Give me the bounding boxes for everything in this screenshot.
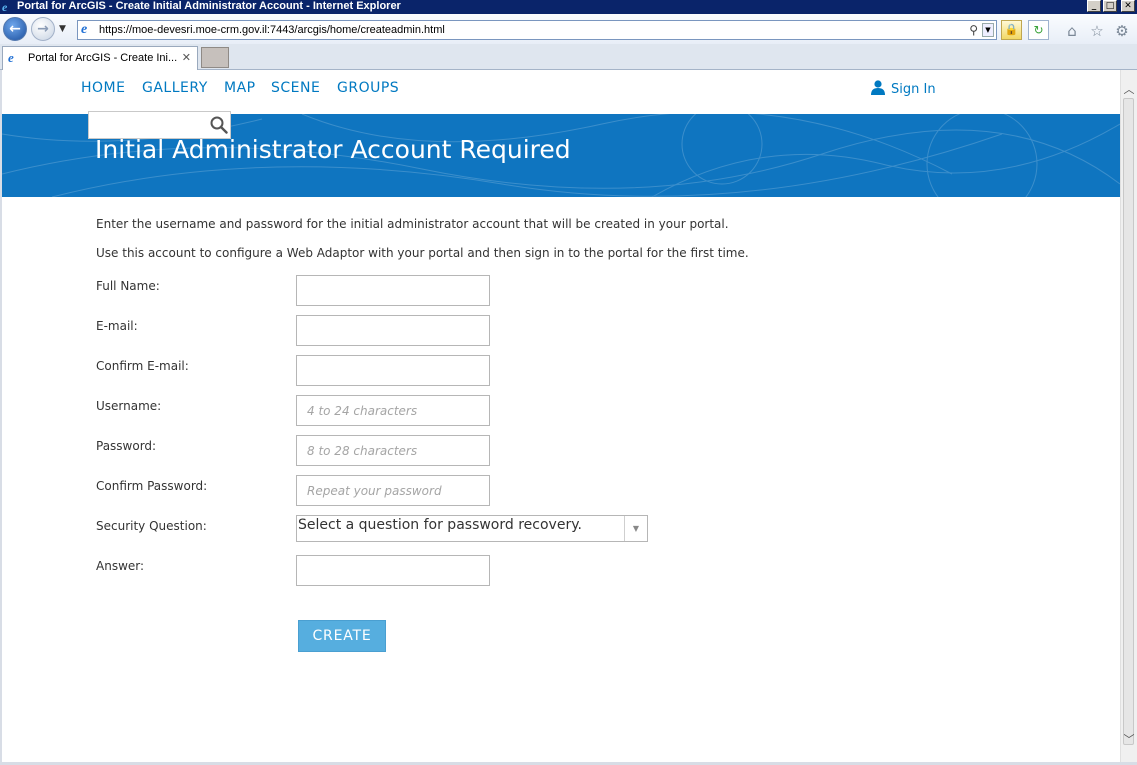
tab-title[interactable]: Portal for ArcGIS - Create Ini... <box>28 52 177 65</box>
browser-toolbar: ← → ▼ e https://moe-devesri.moe-crm.gov.… <box>0 14 1137 44</box>
home-icon[interactable]: ⌂ <box>1063 22 1081 40</box>
security-question-label: Security Question: <box>96 519 207 533</box>
create-button[interactable]: CREATE <box>298 620 386 652</box>
nav-gallery-link[interactable]: GALLERY <box>142 79 208 97</box>
sign-in-link[interactable]: Sign In <box>870 79 936 97</box>
chevron-down-icon[interactable]: ▼ <box>624 516 647 541</box>
answer-label: Answer: <box>96 559 145 573</box>
tools-gear-icon[interactable]: ⚙ <box>1113 22 1131 40</box>
search-icon[interactable]: ⚲ <box>969 21 978 39</box>
close-button[interactable]: ✕ <box>1121 0 1135 12</box>
answer-field[interactable] <box>296 555 490 586</box>
password-field[interactable] <box>296 435 490 466</box>
confirm-password-field[interactable] <box>296 475 490 506</box>
site-search-box[interactable] <box>88 111 231 139</box>
back-button[interactable]: ← <box>3 17 27 41</box>
address-url[interactable]: https://moe-devesri.moe-crm.gov.il:7443/… <box>99 22 445 38</box>
history-dropdown[interactable]: ▼ <box>59 24 69 34</box>
page-scrollbar[interactable]: ︿ ﹀ <box>1120 70 1137 762</box>
security-question-select[interactable]: Select a question for password recovery.… <box>296 515 648 542</box>
nav-groups-link[interactable]: GROUPS <box>337 79 399 97</box>
favorites-icon[interactable]: ☆ <box>1088 22 1106 40</box>
minimize-button[interactable]: _ <box>1087 0 1101 12</box>
username-field[interactable] <box>296 395 490 426</box>
full-name-field[interactable] <box>296 275 490 306</box>
refresh-icon[interactable]: ↻ <box>1028 20 1049 40</box>
window-title: Portal for ArcGIS - Create Initial Admin… <box>17 0 401 12</box>
page-viewport: HOME GALLERY MAP SCENE GROUPS Sign In In… <box>2 70 1120 762</box>
password-label: Password: <box>96 439 157 453</box>
maximize-button[interactable]: □ <box>1103 0 1117 12</box>
forward-icon: → <box>37 21 49 37</box>
confirm-password-label: Confirm Password: <box>96 479 208 493</box>
ie-icon: e <box>2 0 8 14</box>
ie-page-icon: e <box>81 22 88 37</box>
security-question-value[interactable]: Select a question for password recovery. <box>298 517 582 534</box>
intro-text-2: Use this account to configure a Web Adap… <box>96 246 749 260</box>
sign-in-label[interactable]: Sign In <box>891 82 936 97</box>
tab-strip: e Portal for ArcGIS - Create Ini... ✕ <box>0 44 1137 70</box>
nav-home-link[interactable]: HOME <box>81 79 125 97</box>
confirm-email-field[interactable] <box>296 355 490 386</box>
back-icon: ← <box>9 21 21 37</box>
lock-icon[interactable]: 🔒 <box>1001 20 1022 40</box>
ie-tab-icon: e <box>8 50 14 65</box>
username-label: Username: <box>96 399 162 413</box>
browser-tab[interactable]: e Portal for ArcGIS - Create Ini... ✕ <box>2 46 198 70</box>
forward-button[interactable]: → <box>31 17 55 41</box>
scroll-up-icon[interactable]: ︿ <box>1121 82 1137 98</box>
intro-text-1: Enter the username and password for the … <box>96 217 729 231</box>
user-icon <box>871 80 885 95</box>
nav-scene-link[interactable]: SCENE <box>271 79 320 97</box>
confirm-email-label: Confirm E-mail: <box>96 359 189 373</box>
tab-close-icon[interactable]: ✕ <box>182 51 191 65</box>
scrollbar-thumb[interactable] <box>1123 98 1134 745</box>
chevron-down-icon: ▼ <box>59 24 66 34</box>
site-search-input[interactable] <box>93 116 203 134</box>
portal-top-nav: HOME GALLERY MAP SCENE GROUPS Sign In <box>2 70 1120 114</box>
email-field[interactable] <box>296 315 490 346</box>
full-name-label: Full Name: <box>96 279 160 293</box>
new-tab-button[interactable] <box>201 47 229 68</box>
nav-map-link[interactable]: MAP <box>224 79 256 97</box>
address-dropdown[interactable]: ▼ <box>982 23 994 37</box>
address-bar[interactable]: e https://moe-devesri.moe-crm.gov.il:744… <box>77 20 997 40</box>
window-title-bar: e Portal for ArcGIS - Create Initial Adm… <box>0 0 1137 14</box>
email-label: E-mail: <box>96 319 138 333</box>
scroll-down-icon[interactable]: ﹀ <box>1121 732 1137 748</box>
search-icon[interactable] <box>209 115 229 135</box>
